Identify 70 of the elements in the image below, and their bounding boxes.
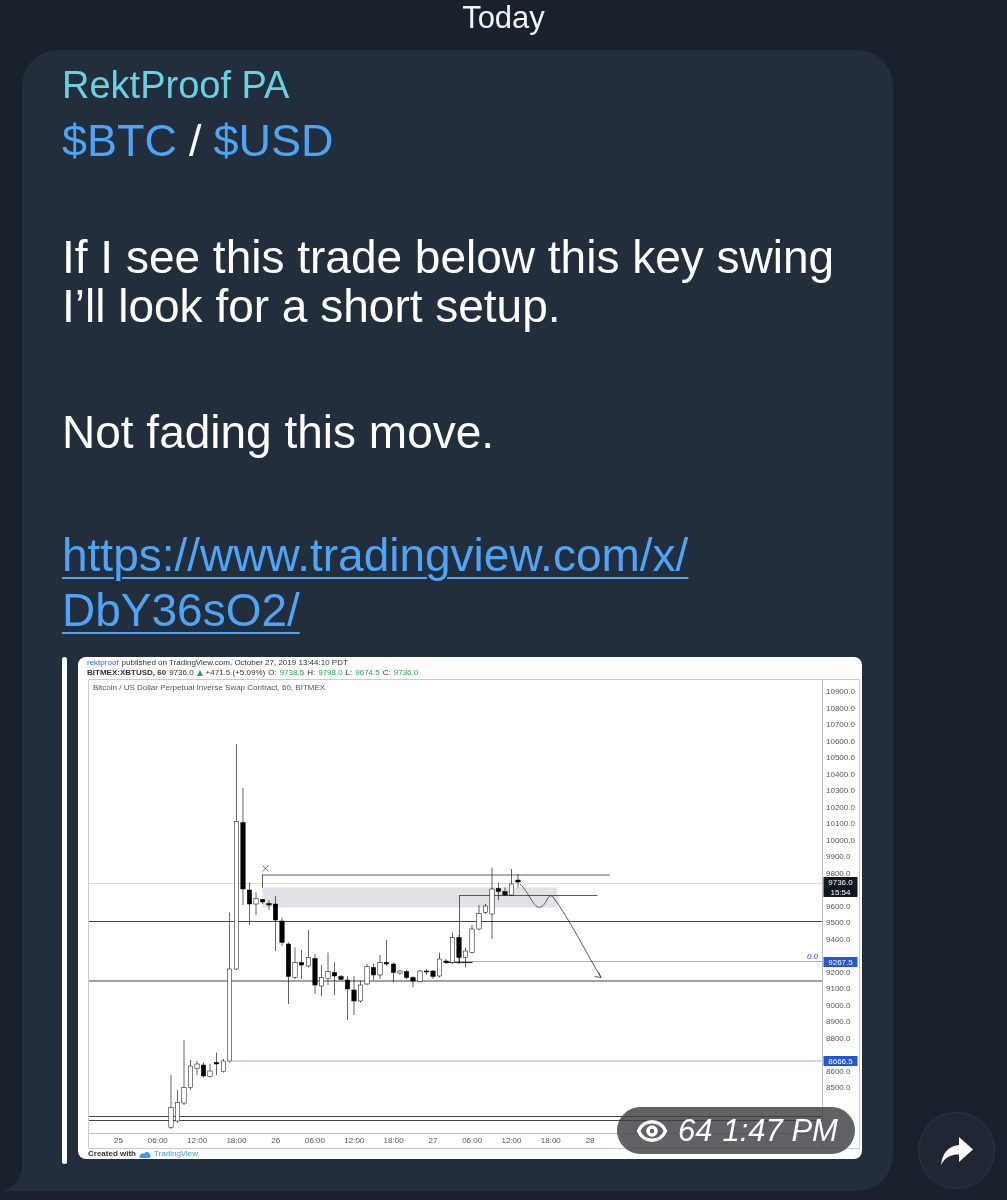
axis-label: 10200.0 xyxy=(826,802,855,812)
x-mark-icon xyxy=(262,865,269,872)
publisher-name: rektproof xyxy=(87,658,119,668)
axis-label: 12:00 xyxy=(501,1136,522,1145)
axis-label: 12:00 xyxy=(187,1136,208,1145)
cashtag-link[interactable]: $USD xyxy=(213,115,334,167)
footer-text: Created with xyxy=(88,1149,136,1159)
axis-label: 8600.0 xyxy=(826,1066,851,1076)
message-text: If I see this trade below this key swing I’ll look for a short setup. xyxy=(62,233,836,331)
axis-label: 18:00 xyxy=(540,1136,561,1145)
symbol-label: BITMEX:XBTUSD, 60 xyxy=(87,668,167,678)
ohlc-value: 9674.5 xyxy=(355,668,380,678)
axis-label: 10300.0 xyxy=(826,786,855,796)
chart-title: Bitcoin / US Dollar Perpetual Inverse Swap Contract, 60, BITMEX xyxy=(93,683,326,692)
axis-label: 10700.0 xyxy=(826,720,855,730)
url-link[interactable]: https://www.tradingview.com/x/ DbY36sO2/ xyxy=(62,528,689,638)
author-name: RektProof PA xyxy=(62,63,291,107)
axis-label: 06:00 xyxy=(462,1136,483,1145)
axis-label: 9900.0 xyxy=(826,852,851,862)
up-triangle-icon xyxy=(196,670,203,676)
ohlc-value: 9798.0 xyxy=(318,668,343,678)
axis-label: 27 xyxy=(428,1136,438,1145)
axis-label: 10800.0 xyxy=(826,703,855,713)
ohlc-label: L: xyxy=(345,668,353,678)
footer-brand: TradingView xyxy=(154,1149,199,1159)
axis-label: 10400.0 xyxy=(826,769,855,779)
pair-separator: / xyxy=(189,115,202,167)
price-tag: 9267.5 xyxy=(823,957,858,967)
ohlc-label: H: xyxy=(307,668,316,678)
axis-label: 06:00 xyxy=(147,1136,168,1145)
axis-label: 8500.0 xyxy=(826,1083,851,1093)
axis-label: 26 xyxy=(271,1136,281,1145)
ohlc-label: C: xyxy=(382,668,391,678)
price-tag: 8666.5 xyxy=(823,1056,858,1066)
fib-level-label: 0.0 xyxy=(806,952,818,961)
axis-label: 8800.0 xyxy=(826,1033,851,1043)
axis-label: 12:00 xyxy=(344,1136,365,1145)
axis-label: 9600.0 xyxy=(826,901,851,911)
message-text: Not fading this move. xyxy=(62,408,496,457)
axis-label: 9400.0 xyxy=(826,934,851,944)
axis-label: 10900.0 xyxy=(826,687,855,697)
change-value: +471.5 (+5.09%) xyxy=(205,668,266,678)
axis-label: 9800.0 xyxy=(826,868,851,878)
ohlc-value: 9736.0 xyxy=(393,668,419,678)
axis-label: 10600.0 xyxy=(826,736,855,746)
share-arrow-icon xyxy=(939,1135,974,1166)
publish-info: published on TradingView.com, October 27, 2019 13:44:10 PDT xyxy=(121,658,348,668)
ohlc-label: O: xyxy=(268,668,277,678)
ohlc-value: 9738.5 xyxy=(279,668,305,678)
view-count: 64 xyxy=(678,1112,713,1149)
axis-label: 9000.0 xyxy=(826,1000,851,1010)
cashtag-link[interactable]: $BTC xyxy=(62,115,178,167)
price-tag: 15:54 xyxy=(823,887,858,897)
axis-label: 9100.0 xyxy=(826,984,851,994)
date-header: Today xyxy=(462,0,545,36)
axis-label: 8900.0 xyxy=(826,1017,851,1027)
price-tag: 9736.0 xyxy=(823,877,858,887)
axis-label: 10000.0 xyxy=(826,835,855,845)
axis-label: 28 xyxy=(585,1136,595,1145)
price-value: 9736.0 xyxy=(169,668,194,678)
axis-label: 25 xyxy=(114,1136,123,1145)
axis-label: 18:00 xyxy=(226,1136,247,1145)
axis-label: 10500.0 xyxy=(826,753,855,763)
axis-label: 9500.0 xyxy=(826,918,851,928)
logo-icon xyxy=(139,1150,151,1158)
axis-label: 10100.0 xyxy=(826,819,855,829)
axis-label: 18:00 xyxy=(383,1136,404,1145)
axis-label: 06:00 xyxy=(305,1136,325,1145)
axis-label: 9200.0 xyxy=(826,967,851,977)
message-time: 1:47 PM xyxy=(722,1112,838,1149)
